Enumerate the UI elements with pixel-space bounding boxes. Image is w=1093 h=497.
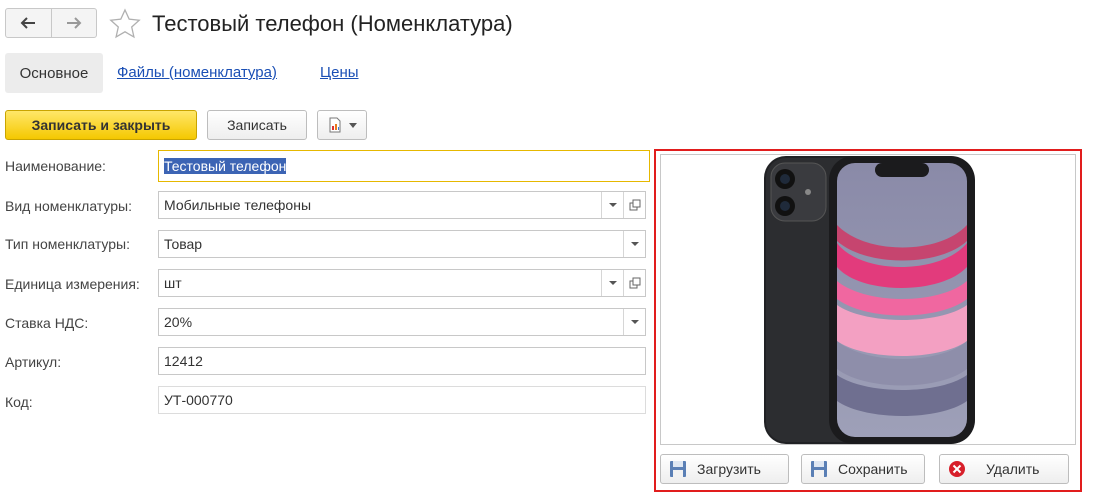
name-label: Наименование: (5, 158, 106, 174)
kind-label: Вид номенклатуры: (5, 198, 132, 214)
tab-prices[interactable]: Цены (320, 64, 359, 81)
back-button[interactable] (6, 9, 51, 37)
type-label: Тип номенклатуры: (5, 236, 130, 252)
tab-main[interactable]: Основное (5, 53, 103, 93)
code-value: УТ-000770 (164, 392, 233, 408)
delete-icon (949, 461, 965, 477)
product-image (660, 154, 1076, 445)
arrow-right-icon (66, 17, 82, 29)
unit-label: Единица измерения: (5, 276, 140, 292)
navigation-buttons (5, 8, 97, 38)
report-icon (329, 117, 341, 133)
page-title: Тестовый телефон (Номенклатура) (152, 11, 513, 36)
vat-value: 20% (164, 314, 193, 330)
name-field[interactable]: Тестовый телефон (158, 150, 650, 182)
vat-field[interactable]: 20% (158, 308, 646, 336)
open-icon (629, 199, 640, 211)
save-image-button[interactable]: Сохранить (801, 454, 925, 484)
arrow-left-icon (20, 17, 36, 29)
kind-field[interactable]: Мобильные телефоны (158, 191, 646, 219)
star-icon[interactable] (109, 8, 141, 40)
article-value: 12412 (164, 353, 203, 369)
unit-field[interactable]: шт (158, 269, 646, 297)
phone-picture (764, 156, 975, 444)
open-icon (629, 277, 640, 289)
upload-button[interactable]: Загрузить (660, 454, 789, 484)
type-value: Товар (164, 236, 203, 252)
kind-value: Мобильные телефоны (164, 197, 312, 213)
code-label: Код: (5, 394, 33, 410)
type-field[interactable]: Товар (158, 230, 646, 258)
unit-value: шт (164, 275, 182, 291)
type-dropdown-button[interactable] (623, 231, 645, 257)
kind-dropdown-button[interactable] (601, 192, 623, 218)
save-button[interactable]: Записать (207, 110, 307, 140)
forward-button[interactable] (50, 9, 97, 37)
article-field[interactable]: 12412 (158, 347, 646, 375)
unit-open-button[interactable] (623, 270, 645, 296)
chevron-down-icon (349, 122, 357, 128)
image-panel: Загрузить Сохранить Удалить (654, 149, 1082, 492)
article-label: Артикул: (5, 354, 62, 370)
vat-dropdown-button[interactable] (623, 309, 645, 335)
delete-image-button[interactable]: Удалить (939, 454, 1069, 484)
vat-label: Ставка НДС: (5, 315, 89, 331)
tab-files[interactable]: Файлы (номенклатура) (117, 64, 277, 81)
save-image-label: Сохранить (838, 461, 908, 477)
kind-open-button[interactable] (623, 192, 645, 218)
report-dropdown-button[interactable] (317, 110, 367, 140)
floppy-icon (811, 461, 827, 477)
upload-label: Загрузить (697, 461, 761, 477)
delete-image-label: Удалить (986, 461, 1040, 477)
floppy-icon (670, 461, 686, 477)
save-and-close-button[interactable]: Записать и закрыть (5, 110, 197, 140)
unit-dropdown-button[interactable] (601, 270, 623, 296)
code-field[interactable]: УТ-000770 (158, 386, 646, 414)
name-value: Тестовый телефон (164, 158, 287, 174)
